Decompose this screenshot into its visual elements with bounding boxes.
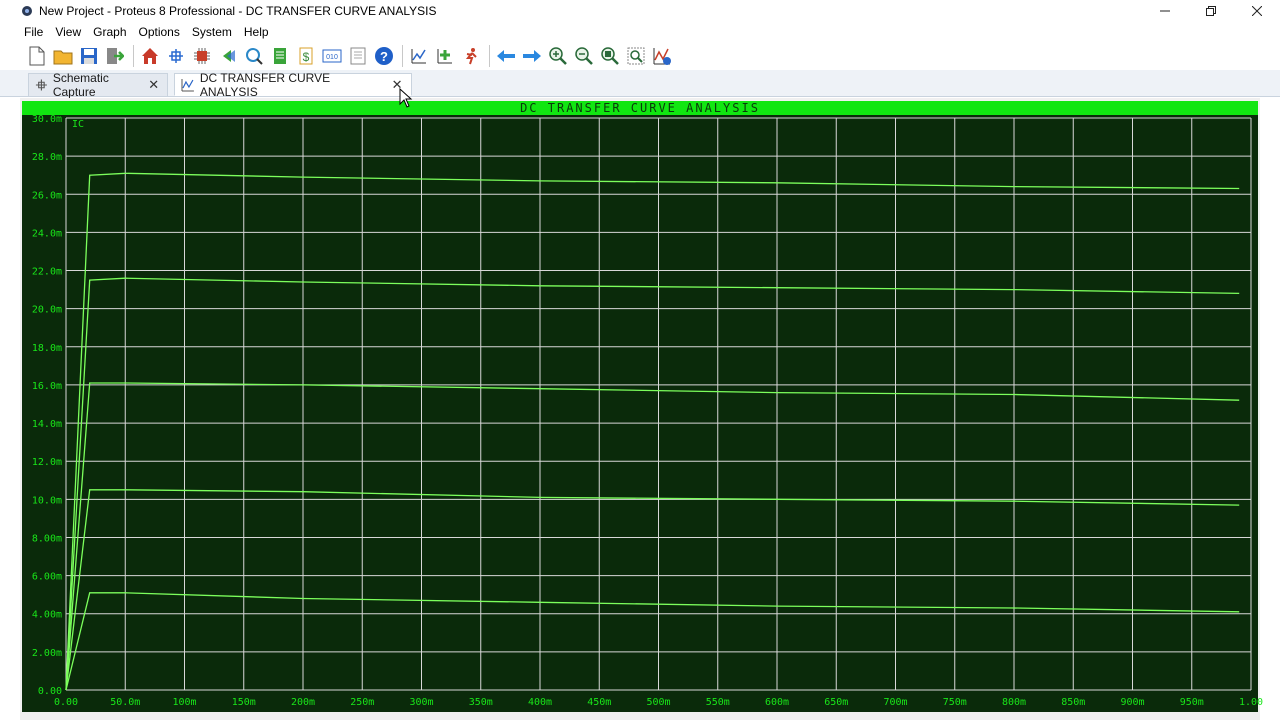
y-tick-label: 0.00	[38, 686, 62, 697]
x-tick-label: 250m	[350, 697, 374, 708]
y-tick-label: 16.0m	[32, 381, 62, 392]
x-tick-label: 100m	[172, 697, 196, 708]
x-tick-label: 900m	[1120, 697, 1144, 708]
trace-line-2	[65, 489, 1240, 691]
x-tick-label: 700m	[883, 697, 907, 708]
x-tick-label: 950m	[1180, 697, 1204, 708]
x-tick-label: 1.00	[1239, 697, 1263, 708]
y-tick-label: 8.00m	[32, 533, 62, 544]
y-tick-label: 10.0m	[32, 495, 62, 506]
x-tick-label: 500m	[646, 697, 670, 708]
y-tick-label: 12.0m	[32, 457, 62, 468]
chart-traces	[65, 172, 1240, 691]
x-tick-label: 750m	[943, 697, 967, 708]
x-tick-label: 50.0m	[110, 697, 140, 708]
y-tick-label: 24.0m	[32, 228, 62, 239]
y-tick-label: 28.0m	[32, 152, 62, 163]
trace-label-ic: IC	[72, 119, 84, 130]
x-tick-label: 650m	[824, 697, 848, 708]
y-tick-label: 20.0m	[32, 305, 62, 316]
y-tick-label: 18.0m	[32, 343, 62, 354]
y-tick-label: 30.0m	[32, 114, 62, 125]
x-tick-label: 550m	[706, 697, 730, 708]
x-tick-label: 200m	[291, 697, 315, 708]
y-tick-label: 14.0m	[32, 419, 62, 430]
x-tick-label: 400m	[528, 697, 552, 708]
x-tick-label: 450m	[587, 697, 611, 708]
x-tick-label: 300m	[409, 697, 433, 708]
y-axis-ticks: 0.00 2.00m 4.00m 6.00m 8.00m 10.0m 12.0m 14.0m 1…	[32, 114, 62, 697]
trace-line-4	[65, 277, 1240, 691]
trace-line-3	[65, 382, 1240, 691]
x-tick-label: 800m	[1002, 697, 1026, 708]
x-tick-label: 850m	[1061, 697, 1085, 708]
y-tick-label: 6.00m	[32, 572, 62, 583]
x-axis-ticks: 0.00 50.0m 100m 150m 200m 250m 300m 350m 400m 450…	[54, 697, 1263, 708]
y-tick-label: 2.00m	[32, 648, 62, 659]
trace-line-1	[65, 592, 1240, 691]
x-tick-label: 350m	[469, 697, 493, 708]
x-tick-label: 150m	[232, 697, 256, 708]
trace-line-5	[65, 172, 1240, 691]
x-tick-label: 0.00	[54, 697, 78, 708]
mouse-cursor	[399, 88, 413, 108]
y-tick-label: 4.00m	[32, 610, 62, 621]
dc-transfer-chart[interactable]: 0.00 2.00m 4.00m 6.00m 8.00m 10.0m 12.0m 14.0m 1…	[0, 0, 1280, 720]
y-tick-label: 22.0m	[32, 267, 62, 278]
y-tick-label: 26.0m	[32, 190, 62, 201]
x-tick-label: 600m	[765, 697, 789, 708]
